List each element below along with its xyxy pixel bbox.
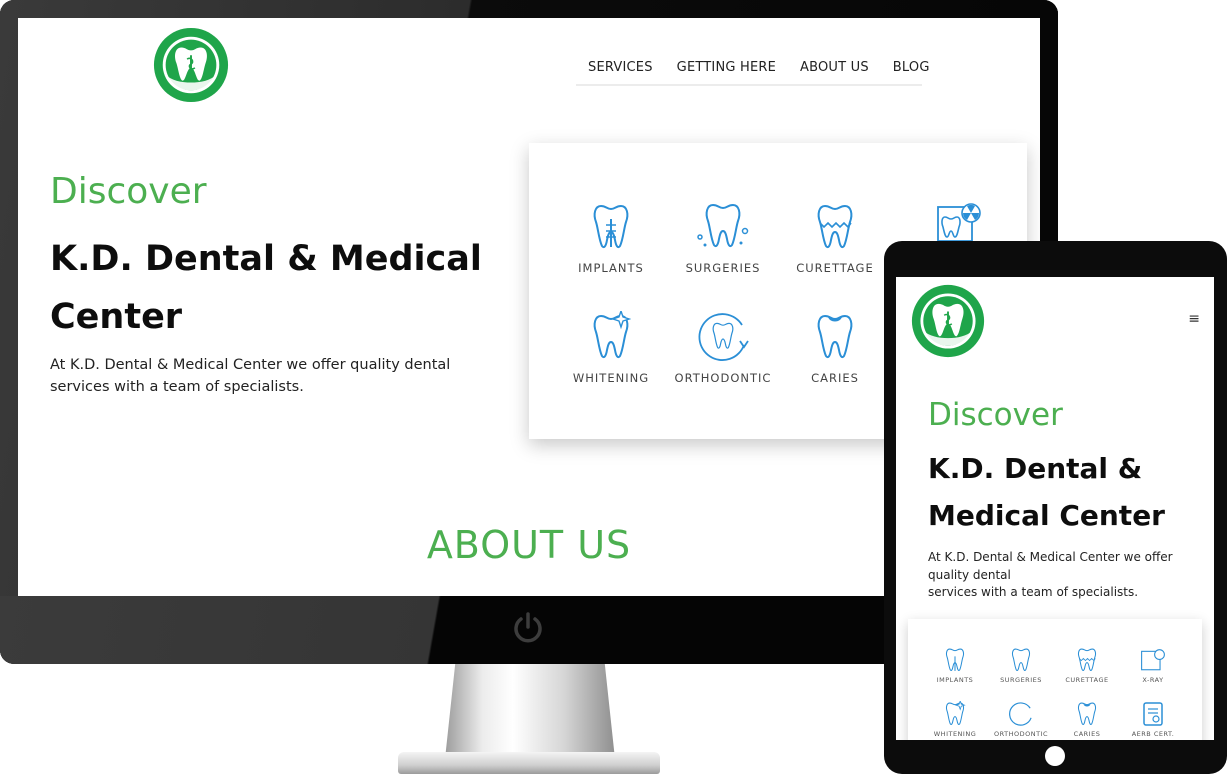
- service-label: X-RAY: [1142, 676, 1164, 684]
- tooth-caries-icon: [815, 311, 855, 363]
- service-curettage[interactable]: CURETTAGE: [780, 201, 890, 275]
- service-label: CARIES: [1073, 730, 1101, 738]
- tooth-orthodontic-icon: [1009, 702, 1032, 726]
- service-label: SURGERIES: [1000, 676, 1042, 684]
- nav-about-us[interactable]: ABOUT US: [788, 58, 881, 84]
- service-label: SURGERIES: [685, 261, 761, 275]
- service-implants[interactable]: IMPLANTS: [556, 201, 666, 275]
- nav-blog[interactable]: BLOG: [881, 58, 942, 84]
- service-label: CARIES: [811, 371, 859, 385]
- service-surgeries[interactable]: SURGERIES: [668, 201, 778, 275]
- tablet-service-implants[interactable]: IMPLANTS: [922, 647, 988, 684]
- tooth-xray-icon: [1141, 649, 1165, 671]
- tooth-xray-icon: [937, 203, 981, 242]
- hero-kicker: Discover: [50, 171, 207, 212]
- tooth-whitening-icon: [944, 701, 966, 727]
- tablet-hero-description-line1: At K.D. Dental & Medical Center we offer…: [928, 550, 1173, 582]
- tablet-screen: ≡ Discover K.D. Dental & Medical Center …: [896, 277, 1214, 740]
- clinic-logo-icon[interactable]: [910, 283, 986, 359]
- tooth-surgery-icon: [697, 201, 749, 253]
- tooth-curettage-icon: [815, 201, 855, 253]
- tablet-hero-kicker: Discover: [928, 397, 1063, 433]
- service-label: ORTHODONTIC: [674, 371, 772, 385]
- tablet-service-surgeries[interactable]: SURGERIES: [988, 647, 1054, 684]
- tooth-curettage-icon: [1076, 647, 1098, 673]
- tablet-services-card: IMPLANTS SURGERIES CURETTAGE X-RAY WHITE…: [908, 619, 1202, 740]
- tooth-orthodontic-icon: [698, 313, 749, 361]
- tablet-service-whitening[interactable]: WHITENING: [922, 701, 988, 738]
- monitor-stand: [445, 664, 615, 759]
- clinic-logo-icon[interactable]: [152, 26, 230, 104]
- tooth-caries-icon: [1076, 701, 1098, 727]
- tablet-home-button[interactable]: [1045, 746, 1065, 766]
- service-whitening[interactable]: WHITENING: [556, 311, 666, 385]
- tooth-whitening-icon: [591, 311, 631, 363]
- power-icon: [514, 612, 542, 643]
- nav-getting-here[interactable]: GETTING HERE: [665, 58, 788, 84]
- tablet-hero-description: At K.D. Dental & Medical Center we offer…: [928, 549, 1188, 602]
- tablet-hero-description-line2: services with a team of specialists.: [928, 585, 1139, 599]
- service-orthodontic[interactable]: ORTHODONTIC: [668, 311, 778, 385]
- nav-services[interactable]: SERVICES: [576, 58, 665, 84]
- tablet-service-curettage[interactable]: CURETTAGE: [1054, 647, 1120, 684]
- tablet-service-aerb-cert[interactable]: AERB CERT.: [1120, 701, 1186, 738]
- tablet-frame: ≡ Discover K.D. Dental & Medical Center …: [884, 241, 1227, 774]
- service-label: CURETTAGE: [796, 261, 874, 275]
- service-label: CURETTAGE: [1065, 676, 1109, 684]
- hamburger-menu-icon[interactable]: ≡: [1188, 311, 1200, 327]
- tooth-implant-icon: [944, 647, 966, 673]
- main-nav: SERVICES GETTING HERE ABOUT US BLOG: [576, 58, 929, 86]
- service-label: WHITENING: [572, 371, 650, 385]
- hero-description: At K.D. Dental & Medical Center we offer…: [50, 357, 451, 395]
- monitor-stand-base: [398, 752, 660, 774]
- service-label: ORTHODONTIC: [993, 730, 1049, 738]
- service-label: WHITENING: [933, 730, 977, 738]
- service-label: IMPLANTS: [578, 261, 644, 275]
- service-label: AERB CERT.: [1131, 730, 1175, 738]
- tablet-service-caries[interactable]: CARIES: [1054, 701, 1120, 738]
- tablet-service-xray[interactable]: X-RAY: [1120, 647, 1186, 684]
- hero-title: K.D. Dental & Medical Center: [50, 239, 482, 337]
- service-caries[interactable]: CARIES: [780, 311, 890, 385]
- tablet-hero-title: K.D. Dental & Medical Center: [928, 452, 1165, 532]
- service-label: IMPLANTS: [936, 676, 974, 684]
- tooth-surgery-icon: [1008, 647, 1034, 673]
- tablet-service-orthodontic[interactable]: ORTHODONTIC: [988, 701, 1054, 738]
- certificate-icon: [1143, 702, 1163, 726]
- tooth-implant-icon: [591, 201, 631, 253]
